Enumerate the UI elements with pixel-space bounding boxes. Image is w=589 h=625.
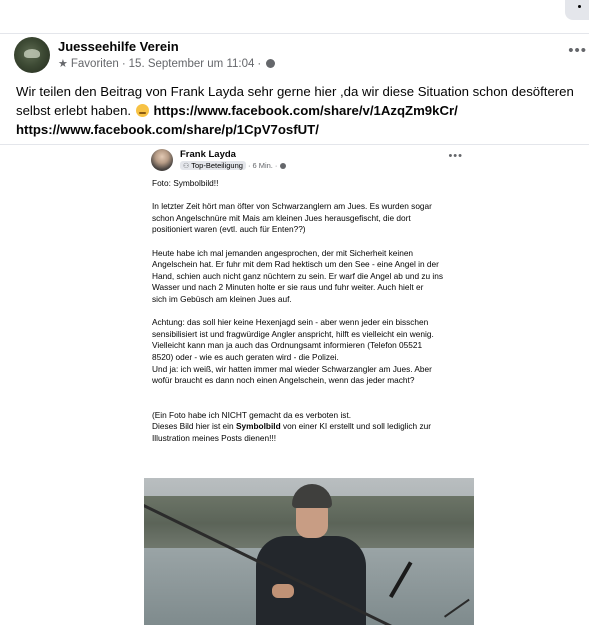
meta-separator: · bbox=[121, 57, 126, 70]
post-link-2[interactable]: https://www.facebook.com/share/p/1CpV7os… bbox=[16, 122, 319, 137]
more-options-icon[interactable]: ••• bbox=[568, 42, 587, 59]
top-chip[interactable] bbox=[565, 0, 589, 20]
shared-last-line-3: Illustration meines Posts dienen!!! bbox=[152, 432, 277, 443]
divider bbox=[0, 144, 589, 145]
shared-meta: ⚇ Top-Beteiligung · 6 Min. · bbox=[180, 161, 287, 170]
symbolbild-bold: Symbolbild bbox=[235, 421, 281, 432]
more-options-icon[interactable]: ••• bbox=[448, 150, 463, 162]
globe-icon[interactable] bbox=[266, 59, 276, 68]
meta-separator: · bbox=[247, 161, 251, 170]
post-meta: ★ Favoriten · 15. September um 11:04 · bbox=[58, 57, 276, 70]
star-icon: ★ bbox=[58, 58, 68, 70]
shared-paragraph-1: Foto: Symbolbild!! bbox=[152, 178, 219, 188]
badge-icon: ⚇ bbox=[183, 163, 190, 170]
top-contributor-badge: ⚇ Top-Beteiligung bbox=[180, 161, 246, 170]
post-card: Juesseehilfe Verein ★ Favoriten · 15. Se… bbox=[0, 34, 589, 625]
shared-post[interactable]: Frank Layda ⚇ Top-Beteiligung · 6 Min. ·… bbox=[140, 146, 479, 625]
shared-paragraph-3: Heute habe ich mal jemanden angesprochen… bbox=[152, 247, 444, 304]
post-audience[interactable]: Favoriten bbox=[71, 58, 119, 70]
shared-paragraph-4: Achtung: das soll hier keine Hexenjagd s… bbox=[152, 317, 434, 386]
post-link-1[interactable]: https://www.facebook.com/share/v/1AzqZm9… bbox=[153, 103, 457, 118]
top-bar bbox=[0, 0, 589, 34]
shared-body: Foto: Symbolbild!! In letzter Zeit hört … bbox=[152, 178, 472, 444]
shared-paragraph-5: (Ein Foto habe ich NICHT gemacht da es v… bbox=[152, 409, 431, 443]
meta-separator: · bbox=[257, 57, 262, 70]
page-avatar[interactable] bbox=[14, 37, 50, 73]
post-text: Wir teilen den Beitrag von Frank Layda s… bbox=[16, 82, 586, 139]
shared-time[interactable]: 6 Min. bbox=[252, 161, 272, 170]
shared-image[interactable] bbox=[144, 478, 474, 625]
meta-separator: · bbox=[274, 161, 278, 170]
shared-author[interactable]: Frank Layda bbox=[180, 149, 236, 160]
post-date[interactable]: 15. September um 11:04 bbox=[129, 58, 255, 70]
post-author[interactable]: Juesseehilfe Verein bbox=[58, 39, 179, 54]
disappointed-face-icon bbox=[135, 104, 149, 117]
shared-paragraph-2: In letzter Zeit hört man öfter von Schwa… bbox=[152, 201, 432, 235]
globe-icon[interactable] bbox=[280, 162, 287, 169]
shared-author-avatar[interactable] bbox=[151, 149, 173, 171]
shared-last-line-1: (Ein Foto habe ich NICHT gemacht da es v… bbox=[152, 409, 352, 420]
